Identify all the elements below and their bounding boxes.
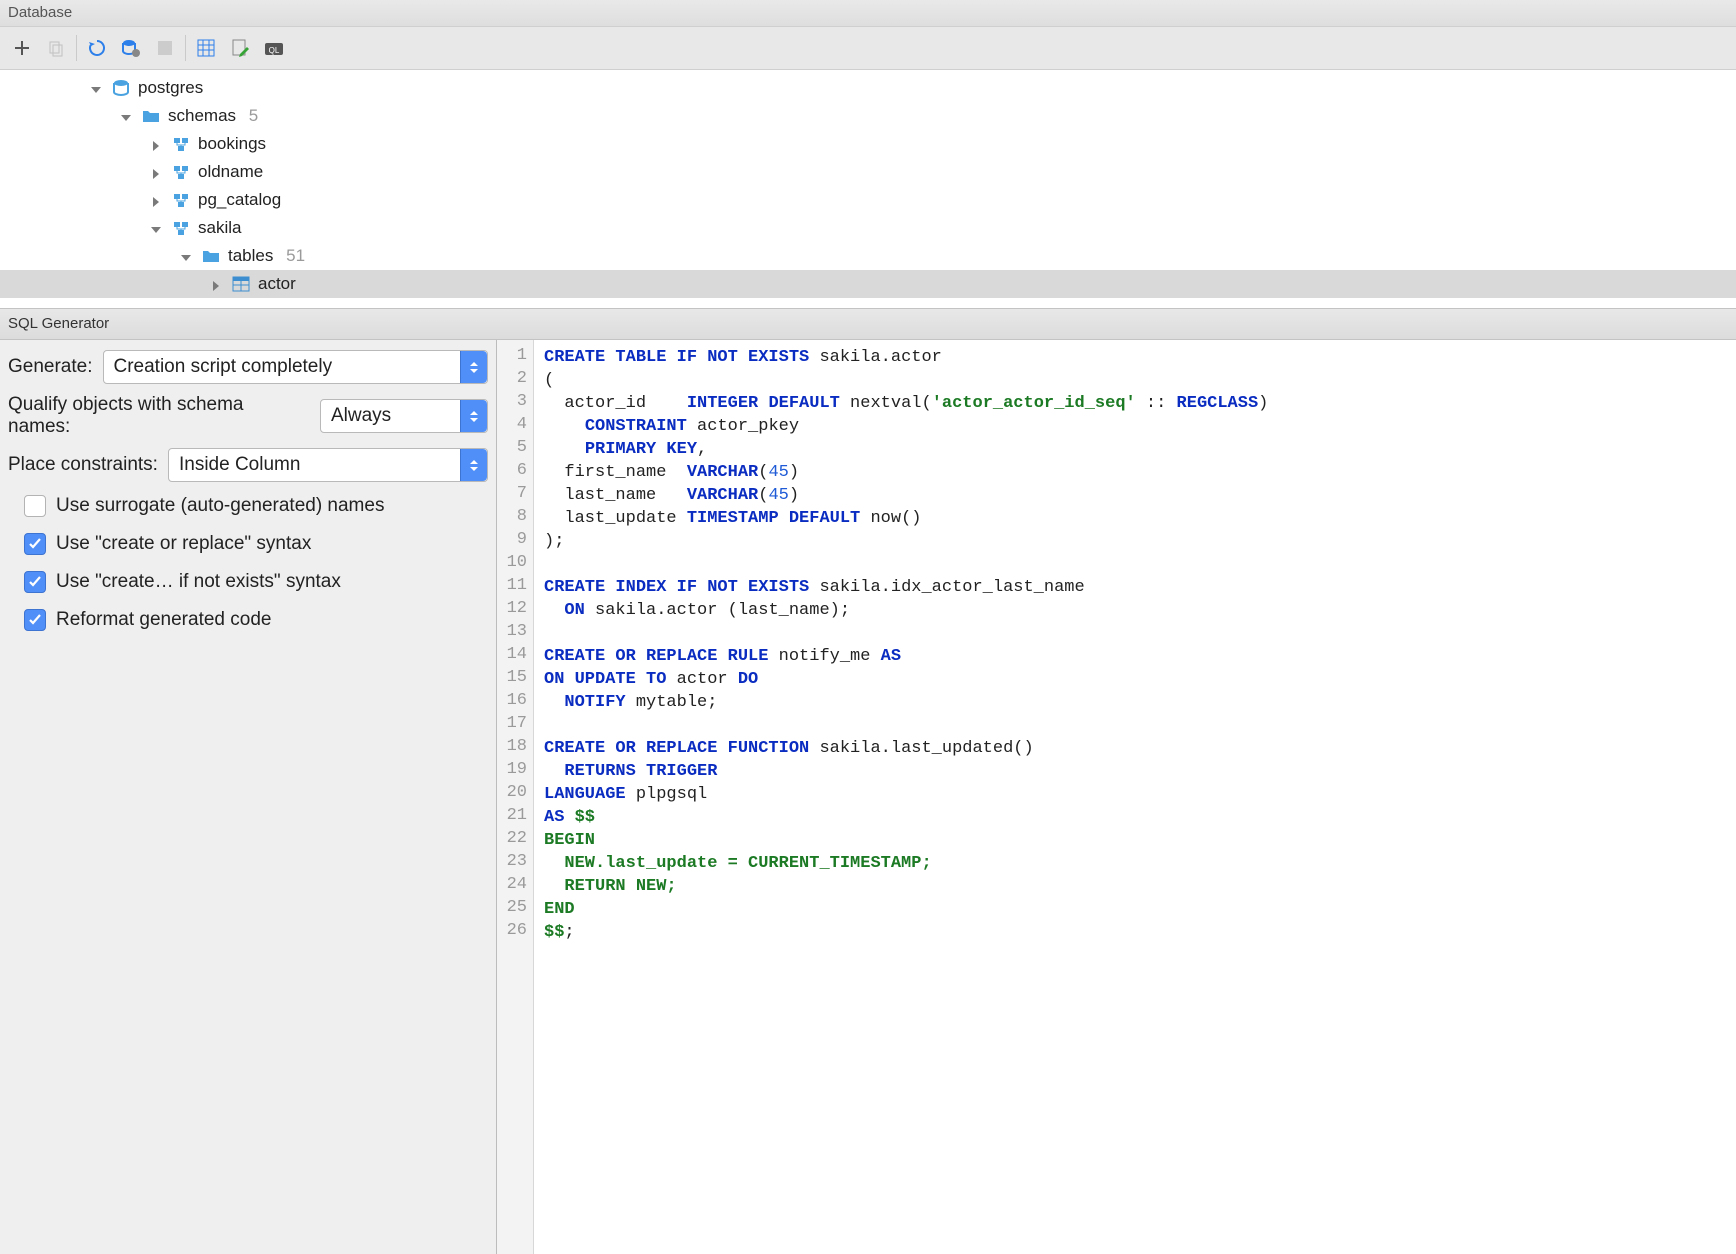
tree-database-postgres[interactable]: postgres: [0, 74, 1736, 102]
select-stepper-icon[interactable]: [460, 400, 487, 432]
tree-schema-oldname[interactable]: oldname: [0, 158, 1736, 186]
constraints-label: Place constraints:: [8, 454, 158, 476]
tree-label: sakila: [198, 218, 241, 238]
generate-select[interactable]: Creation script completely: [103, 350, 489, 384]
database-panel-title: Database: [0, 0, 1736, 27]
code-gutter: 12345678 910111213141516 171819202122232…: [497, 340, 534, 1254]
tree-schema-sakila[interactable]: sakila: [0, 214, 1736, 242]
schema-icon: [172, 163, 190, 181]
generate-label: Generate:: [8, 356, 93, 378]
chevron-down-icon[interactable]: [150, 221, 164, 235]
tree-label: bookings: [198, 134, 266, 154]
sql-output-code[interactable]: CREATE TABLE IF NOT EXISTS sakila.actor …: [534, 340, 1736, 1254]
checkbox-reformat[interactable]: Reformat generated code: [8, 606, 488, 634]
database-icon: [112, 79, 130, 97]
checkbox-if-not-exists[interactable]: Use "create… if not exists" syntax: [8, 568, 488, 596]
chevron-down-icon[interactable]: [180, 249, 194, 263]
tree-label: pg_catalog: [198, 190, 281, 210]
tree-label: oldname: [198, 162, 263, 182]
chevron-right-icon[interactable]: [150, 165, 164, 179]
chevron-down-icon[interactable]: [120, 109, 134, 123]
edit-source-icon[interactable]: [226, 34, 254, 62]
stop-icon: [151, 34, 179, 62]
checkbox-checked-icon[interactable]: [24, 609, 46, 631]
checkbox-create-or-replace[interactable]: Use "create or replace" syntax: [8, 530, 488, 558]
tree-label: postgres: [138, 78, 203, 98]
database-toolbar: QL: [0, 27, 1736, 70]
svg-text:QL: QL: [269, 46, 280, 55]
tree-table-actor[interactable]: actor: [0, 270, 1736, 298]
sql-output-editor[interactable]: 12345678 910111213141516 171819202122232…: [497, 340, 1736, 1254]
constraints-select[interactable]: Inside Column: [168, 448, 488, 482]
checkbox-icon[interactable]: [24, 495, 46, 517]
folder-icon: [142, 107, 160, 125]
select-stepper-icon[interactable]: [460, 351, 487, 383]
checkbox-checked-icon[interactable]: [24, 533, 46, 555]
qualify-select[interactable]: Always: [320, 399, 488, 433]
tree-label: tables 51: [228, 246, 305, 266]
refresh-icon[interactable]: [83, 34, 111, 62]
chevron-right-icon[interactable]: [210, 277, 224, 291]
table-icon: [232, 275, 250, 293]
database-tree: postgres schemas 5 bookings oldname: [0, 70, 1736, 308]
select-stepper-icon[interactable]: [460, 449, 487, 481]
tree-schema-bookings[interactable]: bookings: [0, 130, 1736, 158]
schema-icon: [172, 191, 190, 209]
add-icon[interactable]: [8, 34, 36, 62]
qualify-label: Qualify objects with schema names:: [8, 394, 310, 438]
checkbox-checked-icon[interactable]: [24, 571, 46, 593]
schema-icon: [172, 135, 190, 153]
copy-icon[interactable]: [42, 34, 70, 62]
datasource-properties-icon[interactable]: [117, 34, 145, 62]
sql-generator-options: Generate: Creation script completely Qua…: [0, 340, 497, 1254]
tree-tables-folder[interactable]: tables 51: [0, 242, 1736, 270]
folder-icon: [202, 247, 220, 265]
table-view-icon[interactable]: [192, 34, 220, 62]
chevron-right-icon[interactable]: [150, 137, 164, 151]
schema-icon: [172, 219, 190, 237]
checkbox-surrogate-names[interactable]: Use surrogate (auto-generated) names: [8, 492, 488, 520]
tree-schemas-folder[interactable]: schemas 5: [0, 102, 1736, 130]
chevron-right-icon[interactable]: [150, 193, 164, 207]
tree-label: actor: [258, 274, 296, 294]
tree-label: schemas 5: [168, 106, 258, 126]
sql-generator-panel-title: SQL Generator: [0, 308, 1736, 340]
sql-generator-body: Generate: Creation script completely Qua…: [0, 340, 1736, 1254]
console-icon[interactable]: QL: [260, 34, 288, 62]
chevron-down-icon[interactable]: [90, 81, 104, 95]
tree-schema-pg_catalog[interactable]: pg_catalog: [0, 186, 1736, 214]
